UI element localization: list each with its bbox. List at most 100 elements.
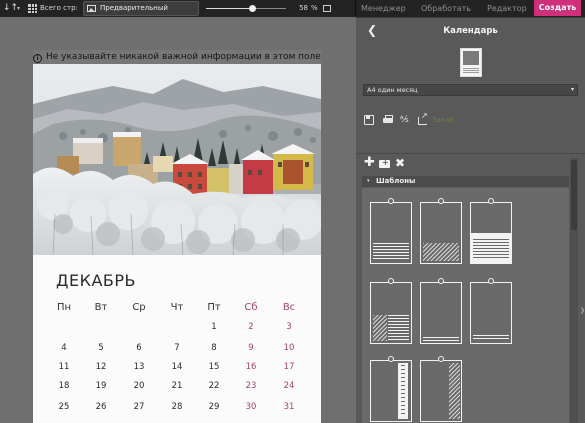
template-lines bbox=[473, 335, 509, 341]
sort-dropdown-caret-icon[interactable]: ▾ bbox=[17, 0, 20, 17]
scrollbar-thumb[interactable] bbox=[571, 160, 577, 230]
template-hatch bbox=[373, 315, 387, 341]
day-cell[interactable]: 4 bbox=[49, 343, 79, 353]
day-cell[interactable]: 9 bbox=[236, 343, 266, 353]
hanger-icon bbox=[488, 278, 494, 284]
delete-icon[interactable]: ✖ bbox=[395, 157, 405, 169]
toolbar-divider bbox=[355, 0, 356, 17]
day-cell[interactable]: 17 bbox=[274, 362, 304, 372]
day-cell[interactable]: 25 bbox=[49, 402, 79, 412]
image-icon bbox=[87, 5, 96, 12]
day-cell[interactable]: 16 bbox=[236, 362, 266, 372]
order-button[interactable]: Заказ bbox=[432, 115, 456, 125]
template-thumbnail[interactable] bbox=[470, 198, 512, 264]
hanger-icon bbox=[438, 278, 444, 284]
day-cell[interactable]: 14 bbox=[162, 362, 192, 372]
print-icon[interactable] bbox=[383, 115, 393, 125]
day-cell[interactable]: 19 bbox=[86, 381, 116, 391]
weekday-label: Сб bbox=[244, 302, 258, 313]
day-cell[interactable]: 5 bbox=[86, 343, 116, 353]
day-cell[interactable]: 24 bbox=[274, 381, 304, 391]
template-hatch bbox=[449, 363, 460, 419]
day-cell[interactable]: 20 bbox=[124, 381, 154, 391]
create-button[interactable]: Создать bbox=[534, 0, 581, 16]
all-pages-label: Всего стр: bbox=[40, 4, 78, 12]
info-icon: i bbox=[33, 54, 42, 63]
weekday-label: Вт bbox=[94, 302, 108, 313]
calendar-page[interactable]: ДЕКАБРЬ Пн Вт Ср Чт Пт Сб Вс 1 2 3 4 5 6 7 8 9 10 11 12 13… bbox=[33, 64, 321, 423]
day-cell[interactable]: 13 bbox=[124, 362, 154, 372]
day-cell[interactable]: 11 bbox=[49, 362, 79, 372]
collapse-triangle-icon: ▾ bbox=[367, 178, 370, 184]
preview-button[interactable]: Предварительный просмотр bbox=[83, 1, 199, 25]
template-thumbnail[interactable] bbox=[420, 278, 462, 344]
day-cell[interactable]: 6 bbox=[124, 343, 154, 353]
day-cell[interactable]: 21 bbox=[162, 381, 192, 391]
day-cell[interactable]: 29 bbox=[199, 402, 229, 412]
templates-grid bbox=[362, 188, 569, 423]
zoom-slider-handle[interactable] bbox=[249, 5, 257, 12]
day-cell[interactable]: 3 bbox=[274, 322, 304, 332]
day-cell[interactable]: 31 bbox=[274, 402, 304, 412]
template-thumbnail[interactable] bbox=[370, 278, 412, 344]
grid-view-icon[interactable] bbox=[28, 4, 37, 13]
day-cell[interactable]: 30 bbox=[236, 402, 266, 412]
day-cell[interactable]: 28 bbox=[162, 402, 192, 412]
tab-process[interactable]: Обработать bbox=[421, 0, 471, 17]
expand-arrow-icon[interactable]: ❯ bbox=[580, 307, 585, 314]
zoom-percent-sign: % bbox=[311, 4, 318, 12]
select-arrow-icon: ▾ bbox=[570, 86, 574, 93]
template-lines bbox=[373, 243, 409, 261]
month-title: ДЕКАБРЬ bbox=[56, 271, 137, 290]
format-select[interactable]: А4 один месяц ▾ bbox=[363, 84, 578, 96]
template-thumbnail[interactable] bbox=[370, 198, 412, 264]
fullscreen-icon[interactable] bbox=[323, 5, 331, 12]
template-lines bbox=[423, 337, 459, 341]
weekday-label: Вс bbox=[282, 302, 296, 313]
calendar-format-thumbnail bbox=[460, 48, 482, 77]
add-folder-icon[interactable] bbox=[379, 158, 390, 168]
effects-icon[interactable]: ⅍ bbox=[400, 115, 410, 125]
day-cell[interactable]: 22 bbox=[199, 381, 229, 391]
day-cell[interactable]: 8 bbox=[199, 343, 229, 353]
day-cell[interactable]: 26 bbox=[86, 402, 116, 412]
sort-icon[interactable]: ↓↑ bbox=[3, 0, 18, 17]
weekday-label: Чт bbox=[170, 302, 184, 313]
templates-header-label: Шаблоны bbox=[376, 177, 416, 185]
hanger-icon bbox=[388, 278, 394, 284]
tab-editor[interactable]: Редактор bbox=[487, 0, 527, 17]
day-cell[interactable]: 1 bbox=[199, 322, 229, 332]
weekday-label: Ср bbox=[132, 302, 146, 313]
panel-divider bbox=[356, 153, 585, 154]
template-hatch bbox=[423, 243, 459, 261]
template-lines bbox=[388, 315, 409, 341]
zoom-slider-fill bbox=[206, 8, 253, 9]
add-icon[interactable]: ✚ bbox=[364, 156, 375, 169]
day-cell[interactable]: 27 bbox=[124, 402, 154, 412]
calendar-panel: ❮ Календарь А4 один месяц ▾ ⅍ Заказ ✚ ✖ … bbox=[356, 17, 585, 423]
day-cell[interactable]: 7 bbox=[162, 343, 192, 353]
templates-scrollbar[interactable] bbox=[570, 158, 578, 423]
day-cell[interactable]: 10 bbox=[274, 343, 304, 353]
hanger-icon bbox=[488, 198, 494, 204]
template-thumbnail[interactable] bbox=[470, 278, 512, 344]
zoom-slider[interactable] bbox=[206, 5, 286, 12]
app-window: ↓↑ ▾ Всего стр: Предварительный просмотр… bbox=[0, 0, 585, 423]
templates-header[interactable]: ▾ Шаблоны bbox=[362, 176, 569, 187]
export-icon[interactable] bbox=[418, 111, 428, 125]
day-cell[interactable]: 15 bbox=[199, 362, 229, 372]
zoom-value: 58 bbox=[299, 4, 308, 12]
save-icon[interactable] bbox=[364, 115, 374, 125]
template-thumbnail[interactable] bbox=[420, 356, 462, 422]
format-select-value: А4 один месяц bbox=[367, 86, 418, 94]
template-thumbnail[interactable] bbox=[420, 198, 462, 264]
tab-manager[interactable]: Менеджер bbox=[361, 0, 406, 17]
day-cell[interactable]: 18 bbox=[49, 381, 79, 391]
hanger-icon bbox=[438, 198, 444, 204]
template-thumbnail[interactable] bbox=[370, 356, 412, 422]
hanger-icon bbox=[438, 356, 444, 362]
day-cell[interactable]: 12 bbox=[86, 362, 116, 372]
day-cell[interactable]: 2 bbox=[236, 322, 266, 332]
day-cell[interactable]: 23 bbox=[236, 381, 266, 391]
weekday-label: Пн bbox=[56, 302, 72, 313]
